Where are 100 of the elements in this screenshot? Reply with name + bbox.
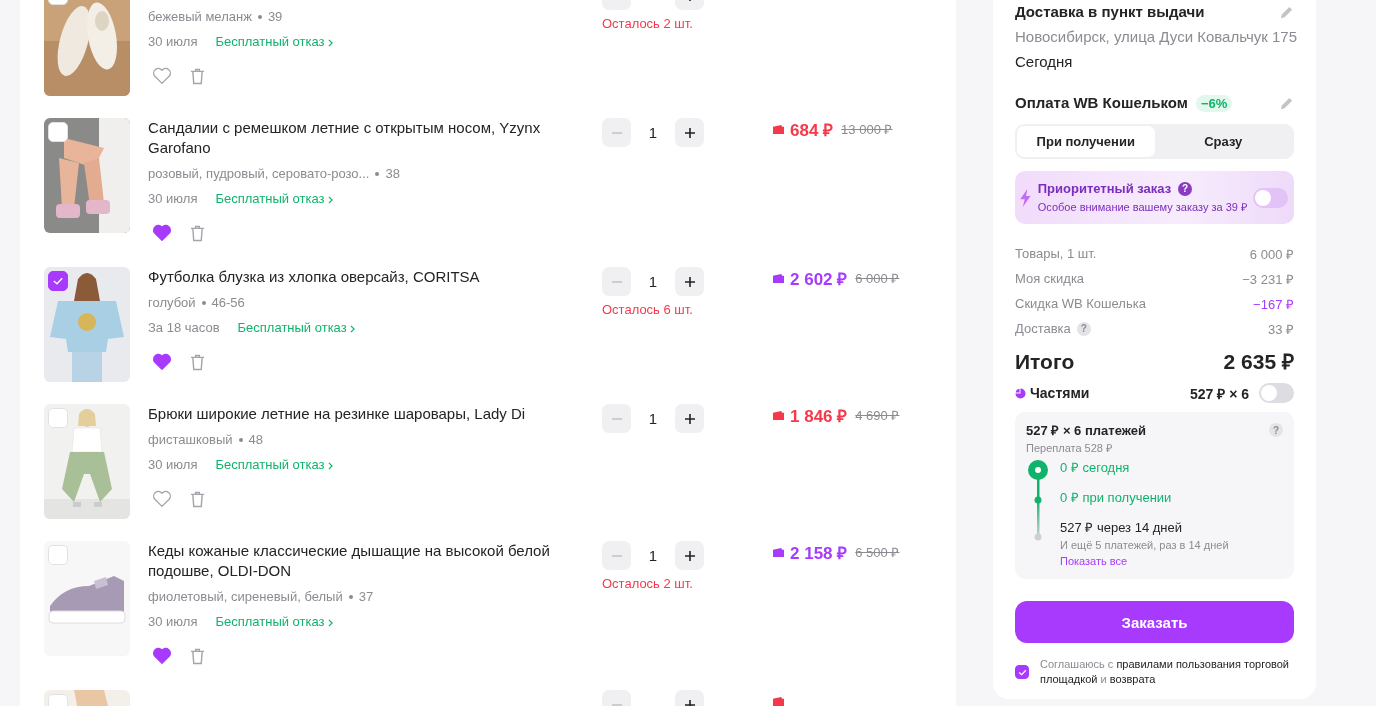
product-size: 46-56 <box>211 294 245 312</box>
decrease-button[interactable] <box>602 267 631 296</box>
increase-button[interactable] <box>675 404 704 433</box>
payment-step: 0 ₽ сегодня <box>1060 459 1229 489</box>
priority-toggle[interactable] <box>1253 187 1288 208</box>
help-icon[interactable]: ? <box>1076 321 1091 336</box>
product-size: 38 <box>385 165 400 183</box>
increase-button[interactable] <box>675 541 704 570</box>
decrease-button[interactable] <box>602 541 631 570</box>
overpayment: Переплата 528 ₽ <box>1026 441 1113 455</box>
plus-icon <box>683 275 696 288</box>
product-color: голубой <box>148 294 196 312</box>
quantity-value: 1 <box>648 273 658 290</box>
payment-step: 527 ₽ через 14 дней <box>1060 519 1229 537</box>
stock-left: Осталось 2 шт. <box>602 16 694 31</box>
quantity-value: 1 <box>648 124 658 141</box>
product-color: фиолетовый, сиреневый, белый <box>148 588 343 606</box>
trash-icon[interactable] <box>190 224 205 242</box>
agreement-text[interactable]: Соглашаюсь с правилами пользования торговой площадкой и возврата <box>1040 657 1294 687</box>
checkbox[interactable] <box>48 271 68 291</box>
plus-icon <box>683 698 696 706</box>
summary-label: Моя скидка <box>1015 271 1085 286</box>
chevron-icon <box>328 195 334 204</box>
pencil-icon[interactable] <box>1279 95 1294 111</box>
help-icon[interactable]: ? <box>1269 423 1283 437</box>
order-button[interactable]: Заказать <box>1015 601 1294 643</box>
agreement-checkbox[interactable] <box>1015 665 1029 679</box>
summary-value: −167 ₽ <box>1253 295 1294 313</box>
product-size: 37 <box>358 588 374 606</box>
plus-icon <box>683 549 696 562</box>
delivery-date: 30 июля <box>148 613 198 631</box>
payment-step: 0 ₽ при получении <box>1060 489 1229 519</box>
old-price: 6 000 ₽ <box>855 270 900 287</box>
priority-title: Приоритетный заказ <box>1037 181 1172 196</box>
discount-badge: −6% <box>1195 94 1233 112</box>
pie-chart-icon <box>1015 387 1026 399</box>
free-refusal-link[interactable]: Бесплатный отказ <box>215 32 334 52</box>
priority-description: Особое внимание вашему заказу за 39 ₽ <box>1037 200 1247 214</box>
quantity-value: 1 <box>648 547 658 564</box>
decrease-button[interactable] <box>602 118 631 147</box>
total-value: 2 635 ₽ <box>1223 349 1294 375</box>
trash-icon[interactable] <box>190 490 205 508</box>
plan-title: 527 ₽ × 6 платежей <box>1026 422 1146 439</box>
summary-value: 33 ₽ <box>1267 320 1294 338</box>
product-title[interactable]: Футболка блузка из хлопка оверсайз, CORITSA <box>148 267 568 287</box>
installment-amount: 527 ₽ × 6 <box>1190 384 1249 403</box>
delivery-date: 30 июля <box>148 33 198 51</box>
free-refusal-link[interactable]: Бесплатный отказ <box>215 612 334 632</box>
price: 2 602 ₽ <box>790 268 848 290</box>
increase-button[interactable] <box>675 118 704 147</box>
plus-icon <box>683 126 696 139</box>
free-refusal-link[interactable]: Бесплатный отказ <box>237 318 356 338</box>
payment-timing-tab[interactable]: При получении <box>1017 126 1155 157</box>
heart-icon[interactable] <box>152 67 172 85</box>
old-price: 13 000 ₽ <box>841 121 893 138</box>
chevron-icon <box>328 38 334 47</box>
price: 1 846 ₽ <box>790 405 848 427</box>
product-title[interactable]: Кеды кожаные классические дышащие на высокой белой подошве, OLDI-DON <box>148 541 568 581</box>
product-color: фисташковый <box>148 431 233 449</box>
free-refusal-link[interactable]: Бесплатный отказ <box>215 455 334 475</box>
price: 2 158 ₽ <box>790 542 848 564</box>
trash-icon[interactable] <box>190 647 205 665</box>
product-title[interactable]: Брюки широкие летние на резинке шаровары, Lady Di <box>148 404 568 424</box>
delivery-date: За 18 часов <box>148 319 220 337</box>
delivery-date: Сегодня <box>1015 52 1074 72</box>
increase-button[interactable] <box>675 267 704 296</box>
summary-value: −3 231 ₽ <box>1242 270 1294 288</box>
product-title[interactable]: Сандалии с ремешком летние с открытым носом, Yzynx Garofano <box>148 118 568 158</box>
summary-value: 6 000 ₽ <box>1249 245 1294 263</box>
payment-timing-tab[interactable]: Сразу <box>1154 126 1292 157</box>
price: 684 ₽ <box>790 119 834 141</box>
heart-icon[interactable] <box>152 224 172 242</box>
remaining-payments-note: И ещё 5 платежей, раз в 14 дней <box>1060 539 1229 551</box>
trash-icon[interactable] <box>190 67 205 85</box>
help-icon[interactable]: ? <box>1178 181 1193 196</box>
product-size: 48 <box>248 431 263 449</box>
free-refusal-link[interactable]: Бесплатный отказ <box>215 189 334 209</box>
plus-icon <box>683 412 696 425</box>
chevron-icon <box>350 324 356 333</box>
decrease-button[interactable] <box>602 404 631 433</box>
product-color: бежевый меланж <box>148 8 252 26</box>
heart-icon[interactable] <box>152 490 172 508</box>
stock-left: Осталось 6 шт. <box>602 302 694 317</box>
total-label: Итого <box>1015 349 1075 375</box>
delivery-date: 30 июля <box>148 190 198 208</box>
product-size: 39 <box>267 8 283 26</box>
trash-icon[interactable] <box>190 353 205 371</box>
installments-toggle[interactable] <box>1259 383 1294 403</box>
show-all-link[interactable]: Показать все <box>1060 555 1128 567</box>
summary-label: Доставка <box>1015 321 1071 336</box>
chevron-icon <box>328 461 334 470</box>
summary-label: Товары, 1 шт. <box>1015 246 1097 261</box>
delivery-date: 30 июля <box>148 456 198 474</box>
pencil-icon[interactable] <box>1279 4 1294 20</box>
old-price: 4 690 ₽ <box>855 407 900 424</box>
heart-icon[interactable] <box>152 353 172 371</box>
summary-label: Скидка WB Кошелька <box>1015 296 1146 311</box>
installments-label: Частями <box>1030 385 1090 401</box>
heart-icon[interactable] <box>152 647 172 665</box>
old-price: 6 500 ₽ <box>855 544 900 561</box>
